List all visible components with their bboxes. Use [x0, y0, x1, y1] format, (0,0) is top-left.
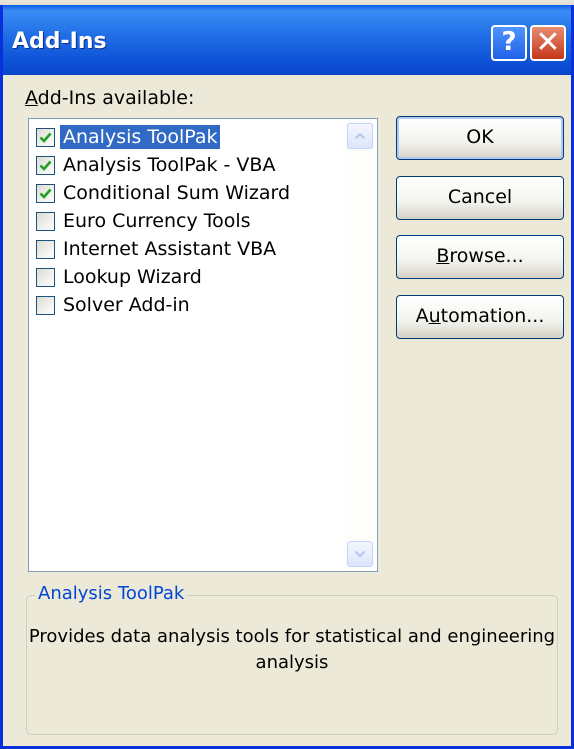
- list-item-label: Internet Assistant VBA: [63, 238, 277, 260]
- checkbox[interactable]: [36, 211, 55, 231]
- list-item-internet-assistant-vba[interactable]: Internet Assistant VBA: [36, 236, 279, 262]
- description-text: Provides data analysis tools for statist…: [28, 626, 556, 673]
- ok-button[interactable]: OK: [396, 116, 564, 160]
- automation-button[interactable]: Automation...: [396, 295, 564, 339]
- automation-accelerator: u: [428, 305, 441, 327]
- checkbox[interactable]: [36, 267, 55, 287]
- automation-label-rest: tomation...: [440, 305, 545, 327]
- list-item-conditional-sum-wizard[interactable]: Conditional Sum Wizard: [36, 180, 293, 206]
- cancel-button[interactable]: Cancel: [396, 176, 564, 220]
- list-item-label: Euro Currency Tools: [63, 210, 251, 232]
- checkbox[interactable]: [36, 295, 55, 315]
- vertical-scrollbar[interactable]: [345, 121, 375, 569]
- description-title: Analysis ToolPak: [35, 583, 188, 604]
- checkbox[interactable]: [36, 239, 55, 259]
- help-icon: ?: [501, 27, 517, 57]
- checkmark-icon: [39, 188, 52, 199]
- label-text: dd-Ins available:: [37, 87, 195, 109]
- checkbox[interactable]: [36, 155, 55, 175]
- chevron-up-icon: [354, 132, 366, 140]
- dialog-title: Add-Ins: [12, 29, 107, 54]
- list-item-lookup-wizard[interactable]: Lookup Wizard: [36, 264, 205, 290]
- title-bar[interactable]: Add-Ins ? ✕: [3, 5, 571, 75]
- browse-accelerator: B: [436, 245, 450, 267]
- description-group: Analysis ToolPak Provides data analysis …: [26, 583, 558, 735]
- checkbox[interactable]: [36, 127, 55, 147]
- label-accelerator: A: [25, 87, 38, 109]
- browse-button[interactable]: Browse...: [396, 235, 564, 279]
- close-icon: ✕: [535, 25, 561, 60]
- screen: Add-Ins ? ✕ Add-Ins available: Analysis …: [0, 0, 574, 749]
- checkmark-icon: [39, 160, 52, 171]
- list-item-analysis-toolpak[interactable]: Analysis ToolPak: [36, 124, 221, 150]
- checkbox[interactable]: [36, 183, 55, 203]
- list-item-label: Conditional Sum Wizard: [63, 182, 291, 204]
- close-button[interactable]: ✕: [530, 25, 566, 61]
- browse-label: rowse...: [449, 245, 524, 267]
- scroll-up-button[interactable]: [347, 123, 373, 149]
- help-button[interactable]: ?: [491, 25, 527, 61]
- list-item-analysis-toolpak-vba[interactable]: Analysis ToolPak - VBA: [36, 152, 278, 178]
- add-ins-available-label: Add-Ins available:: [25, 87, 194, 109]
- list-item-label: Lookup Wizard: [63, 266, 202, 288]
- add-ins-list[interactable]: Analysis ToolPak Analysis ToolPak - VBA …: [28, 118, 378, 572]
- automation-label-start: A: [415, 305, 429, 327]
- list-item-label: Analysis ToolPak - VBA: [63, 154, 276, 176]
- list-item-solver-add-in[interactable]: Solver Add-in: [36, 292, 193, 318]
- add-ins-dialog: Add-Ins ? ✕ Add-Ins available: Analysis …: [0, 5, 574, 749]
- checkmark-icon: [39, 132, 52, 143]
- chevron-down-icon: [354, 550, 366, 558]
- scroll-down-button[interactable]: [347, 541, 373, 567]
- list-item-euro-currency-tools[interactable]: Euro Currency Tools: [36, 208, 254, 234]
- list-item-label: Analysis ToolPak: [60, 125, 221, 149]
- list-item-label: Solver Add-in: [63, 294, 190, 316]
